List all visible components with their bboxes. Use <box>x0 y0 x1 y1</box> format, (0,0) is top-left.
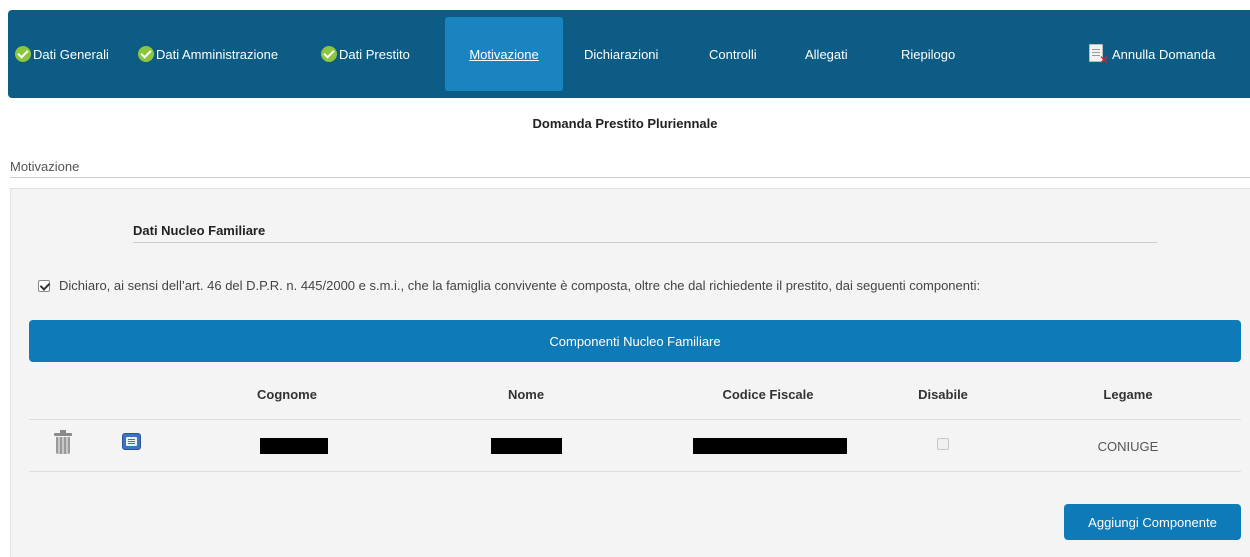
cancel-document-icon: ✕ <box>1089 44 1109 66</box>
cognome-redacted <box>260 438 328 454</box>
declaration-checkbox[interactable] <box>38 280 50 292</box>
section-label: Motivazione <box>10 159 80 174</box>
nav-item-label: Riepilogo <box>901 46 956 62</box>
nav-item-dati-generali[interactable]: Dati Generali <box>15 10 109 98</box>
disabile-checkbox[interactable] <box>937 438 949 450</box>
fieldset-divider <box>133 242 1157 243</box>
check-circle-icon <box>15 46 31 62</box>
trash-icon[interactable] <box>54 430 72 454</box>
legame-cell: CONIUGE <box>1097 439 1159 454</box>
fieldset-title: Dati Nucleo Familiare <box>133 223 266 238</box>
top-navigation: Dati Generali Dati Amministrazione Dati … <box>8 10 1250 98</box>
check-circle-icon <box>321 46 337 62</box>
column-header-nome: Nome <box>507 387 545 402</box>
table-header-divider <box>29 419 1241 420</box>
check-circle-icon <box>138 46 154 62</box>
add-component-button[interactable]: Aggiungi Componente <box>1064 504 1241 540</box>
nav-item-label: Dati Prestito <box>339 46 410 62</box>
annulla-domanda-label: Annulla Domanda <box>1112 46 1216 62</box>
nav-item-label: Dati Generali <box>33 46 109 62</box>
table-row-divider <box>29 471 1241 472</box>
page-title: Domanda Prestito Pluriennale <box>532 116 718 131</box>
nav-item-motivazione[interactable]: Motivazione <box>445 17 563 91</box>
column-header-legame: Legame <box>1103 387 1153 402</box>
nav-item-controlli[interactable]: Controlli <box>709 10 757 98</box>
nav-item-riepilogo[interactable]: Riepilogo <box>901 10 955 98</box>
nav-item-label: Dichiarazioni <box>584 46 659 62</box>
edit-record-icon[interactable] <box>122 433 141 450</box>
motivazione-panel: Dati Nucleo Familiare Dichiaro, ai sensi… <box>10 188 1250 557</box>
nav-item-dati-prestito[interactable]: Dati Prestito <box>321 10 410 98</box>
nav-item-label: Controlli <box>709 46 757 62</box>
column-header-cognome: Cognome <box>257 387 317 402</box>
nav-item-dati-amministrazione[interactable]: Dati Amministrazione <box>138 10 278 98</box>
table-title: Componenti Nucleo Familiare <box>549 333 721 349</box>
nome-redacted <box>491 438 562 454</box>
nav-item-allegati[interactable]: Allegati <box>805 10 848 98</box>
table-title-bar: Componenti Nucleo Familiare <box>29 320 1241 362</box>
nav-item-label: Allegati <box>805 46 848 62</box>
annulla-domanda-button[interactable]: ✕ Annulla Domanda <box>1089 10 1215 98</box>
codice-fiscale-redacted <box>693 438 847 454</box>
nav-item-label: Dati Amministrazione <box>156 46 279 62</box>
nav-item-dichiarazioni[interactable]: Dichiarazioni <box>584 10 658 98</box>
nav-item-label: Motivazione <box>469 46 539 62</box>
column-header-disabile: Disabile <box>918 387 968 402</box>
declaration-text: Dichiaro, ai sensi dell’art. 46 del D.P.… <box>59 278 981 293</box>
column-header-codice-fiscale: Codice Fiscale <box>722 387 814 402</box>
section-divider <box>10 177 1250 178</box>
